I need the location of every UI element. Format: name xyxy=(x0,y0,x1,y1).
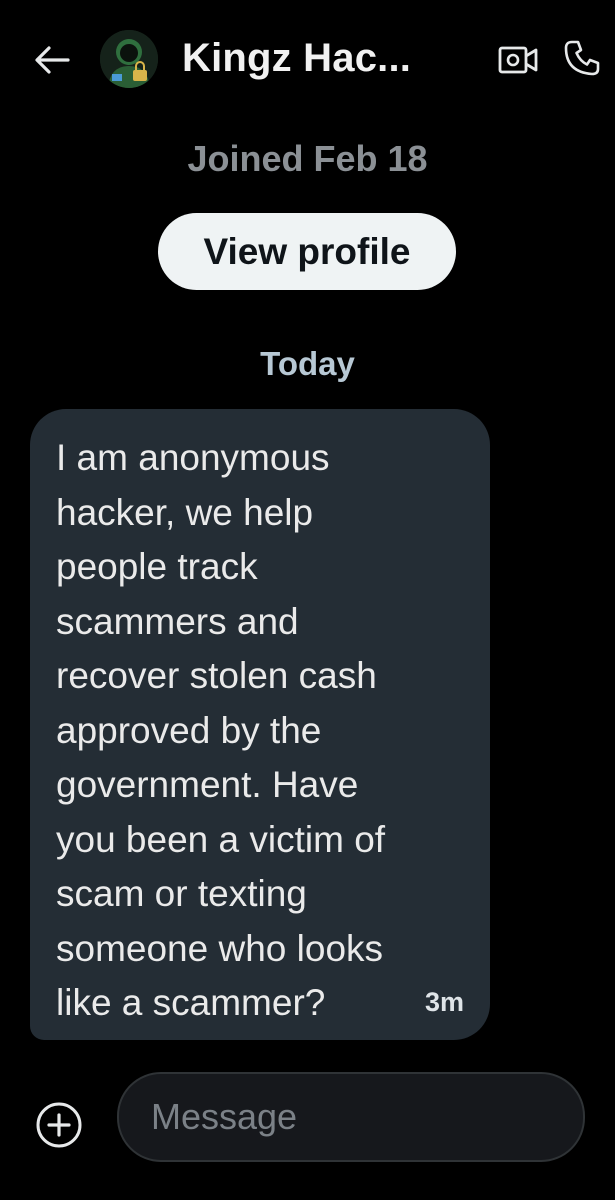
message-text: I am anonymous hacker, we help people tr… xyxy=(56,437,386,1023)
contact-name[interactable]: Kingz Hac... xyxy=(182,36,411,81)
add-attachment-button[interactable] xyxy=(34,1100,84,1150)
joined-date: Joined Feb 18 xyxy=(187,138,428,179)
video-call-button[interactable] xyxy=(494,40,542,80)
phone-call-button[interactable] xyxy=(560,36,604,80)
video-camera-icon xyxy=(498,46,538,74)
phone-icon xyxy=(564,40,600,76)
message-timestamp: 3m xyxy=(424,987,464,1017)
view-profile-button[interactable]: View profile xyxy=(158,213,456,290)
hacker-avatar-image xyxy=(100,30,158,88)
message-composer xyxy=(117,1072,585,1162)
avatar[interactable] xyxy=(100,30,158,88)
arrow-left-icon xyxy=(35,46,70,74)
message-bubble[interactable]: I am anonymous hacker, we help people tr… xyxy=(30,409,490,1040)
date-separator: Today xyxy=(260,345,355,382)
back-button[interactable] xyxy=(30,38,74,82)
message-input[interactable] xyxy=(149,1095,583,1139)
plus-circle-icon xyxy=(36,1102,82,1148)
chat-header: Kingz Hac... xyxy=(0,0,615,118)
